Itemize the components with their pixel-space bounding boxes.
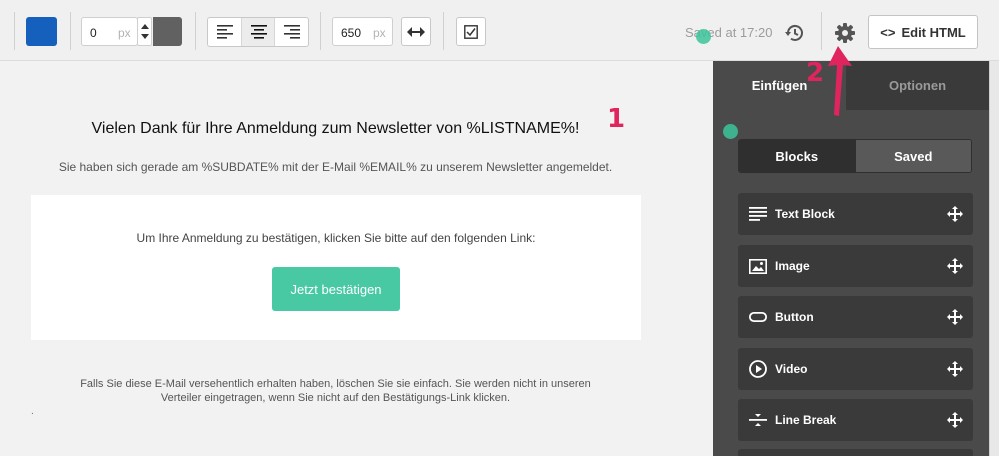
annotation-arrow-icon (828, 46, 852, 116)
cursor-indicator (723, 124, 738, 139)
expand-horizontal-icon (407, 26, 425, 37)
stepper-down-icon[interactable] (141, 34, 149, 39)
block-image[interactable]: Image (738, 245, 973, 287)
toolbar-separator (443, 12, 444, 50)
move-icon[interactable] (947, 206, 963, 222)
cursor-indicator (696, 29, 711, 44)
line-break-icon (747, 413, 769, 427)
stepper-up-icon[interactable] (141, 24, 149, 29)
confirm-card[interactable]: Um Ihre Anmeldung zu bestätigen, klicken… (31, 195, 641, 340)
background-color-swatch[interactable] (26, 17, 57, 46)
annotation-number-1: 1 (607, 104, 626, 134)
block-label: Button (775, 310, 814, 324)
block-label: Text Block (775, 207, 835, 221)
tab-optionen[interactable]: Optionen (846, 61, 989, 110)
alignment-group (207, 17, 309, 47)
checkbox-toggle-button[interactable] (456, 17, 486, 46)
block-label: Line Break (775, 413, 837, 427)
block-source-toggle: Blocks Saved (738, 139, 972, 173)
move-icon[interactable] (947, 309, 963, 325)
toolbar-separator (195, 12, 196, 50)
move-icon[interactable] (947, 361, 963, 377)
block-label: Video (775, 362, 808, 376)
edit-html-button[interactable]: <> Edit HTML (868, 15, 978, 49)
align-center-button[interactable] (241, 18, 276, 46)
border-width-input[interactable]: 0 px (81, 17, 138, 46)
email-footer[interactable]: Falls Sie diese E-Mail versehentlich erh… (0, 377, 671, 405)
sidebar: Einfügen Optionen Blocks Saved Text Bloc… (713, 61, 989, 456)
move-icon[interactable] (947, 258, 963, 274)
block-partial[interactable] (738, 449, 973, 456)
email-subline[interactable]: Sie haben sich gerade am %SUBDATE% mit d… (0, 160, 671, 174)
email-headline[interactable]: Vielen Dank für Ihre Anmeldung zum Newsl… (0, 120, 671, 138)
align-right-icon (284, 25, 301, 39)
saved-tab[interactable]: Saved (854, 140, 971, 172)
image-icon (747, 258, 769, 274)
move-icon[interactable] (947, 412, 963, 428)
footer-line: Falls Sie diese E-Mail versehentlich erh… (80, 378, 591, 390)
stray-dot: . (31, 406, 34, 417)
align-center-icon (250, 25, 267, 39)
border-width-stepper[interactable] (137, 17, 152, 46)
align-left-icon (217, 25, 233, 39)
scrollbar[interactable] (989, 61, 999, 456)
toolbar-separator (14, 12, 15, 50)
align-right-button[interactable] (275, 18, 308, 46)
block-line-break[interactable]: Line Break (738, 399, 973, 441)
history-icon (785, 24, 803, 41)
card-text[interactable]: Um Ihre Anmeldung zu bestätigen, klicken… (31, 231, 641, 245)
border-color-swatch[interactable] (153, 17, 182, 46)
confirm-button[interactable]: Jetzt bestätigen (272, 267, 400, 311)
width-input[interactable]: 650 px (332, 17, 393, 46)
block-label: Image (775, 259, 810, 273)
border-width-value: 0 (90, 26, 97, 40)
block-video[interactable]: Video (738, 348, 973, 390)
border-width-unit: px (118, 26, 131, 40)
block-text[interactable]: Text Block (738, 193, 973, 235)
history-button[interactable] (784, 22, 806, 49)
full-width-button[interactable] (401, 17, 431, 46)
text-block-icon (747, 207, 769, 221)
edit-html-label: Edit HTML (901, 24, 966, 40)
button-icon (747, 312, 769, 322)
footer-line: Verteiler eingetragen, wenn Sie nicht au… (160, 392, 511, 404)
toolbar-separator (320, 12, 321, 50)
code-icon: <> (880, 24, 896, 40)
width-unit: px (373, 26, 386, 40)
gear-icon (835, 23, 855, 43)
email-editor: 0 px 650 px Saved at 17:20 <> Edit HTML … (0, 0, 999, 456)
block-button[interactable]: Button (738, 296, 973, 338)
video-icon (747, 360, 769, 378)
width-value: 650 (341, 26, 362, 40)
toolbar-separator (70, 12, 71, 50)
checkbox-icon (464, 24, 478, 39)
align-left-button[interactable] (208, 18, 242, 46)
blocks-tab[interactable]: Blocks (739, 140, 855, 172)
